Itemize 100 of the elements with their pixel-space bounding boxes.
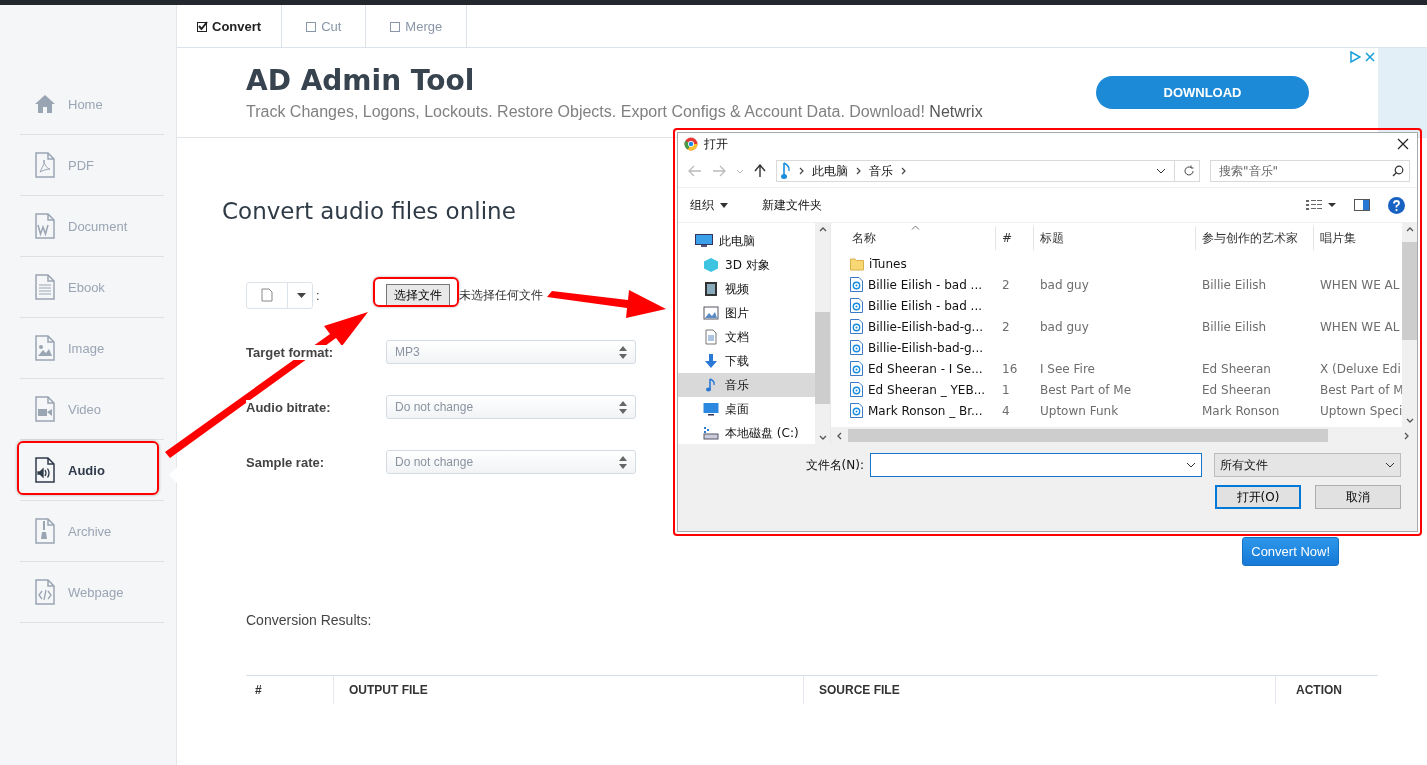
track-album: Uptown Speci (1320, 403, 1402, 418)
file-name[interactable]: Billie Eilish - bad ... (846, 277, 996, 292)
scroll-up-icon[interactable] (1405, 227, 1414, 232)
file-name[interactable]: Ed Sheeran _ YEB... (846, 382, 996, 397)
tree-item[interactable]: 图片 (678, 301, 815, 325)
film-icon (703, 281, 719, 297)
file-name[interactable]: iTunes (846, 256, 996, 271)
track-album: WHEN WE AL (1320, 277, 1400, 292)
file-icon (261, 288, 273, 302)
results-title: Conversion Results: (246, 612, 373, 628)
checkbox-icon (306, 20, 318, 32)
track-number: 16 (1002, 361, 1018, 376)
track-title: I See Fire (1040, 361, 1095, 376)
column-header[interactable]: 标题 (1034, 226, 1196, 250)
track-artist: Billie Eilish (1202, 277, 1267, 292)
desktop-icon (703, 401, 719, 417)
up-arrow-icon[interactable] (754, 164, 766, 178)
track-title: Uptown Funk (1040, 403, 1119, 418)
breadcrumb[interactable]: 音乐 (869, 162, 893, 180)
file-name[interactable]: Billie-Eilish-bad-g... (846, 340, 996, 355)
word-file-icon (34, 213, 56, 239)
choose-file-button[interactable]: 选择文件 (386, 283, 450, 307)
scrollbar[interactable] (1402, 223, 1417, 427)
column-header[interactable]: 名称 (846, 226, 996, 250)
audio-file-icon (850, 277, 863, 292)
track-artist: Mark Ronson (1202, 403, 1280, 418)
sidebar-item[interactable]: Audio (20, 440, 164, 501)
help-icon[interactable] (1388, 196, 1405, 214)
file-name-field[interactable] (870, 453, 1202, 477)
organize-menu[interactable]: 组织 (690, 196, 714, 214)
chevron-right-icon (901, 167, 906, 175)
scroll-down-icon[interactable] (818, 435, 827, 440)
file-name[interactable]: Billie-Eilish-bad-g... (846, 319, 996, 334)
ad-info-icon[interactable] (1350, 51, 1361, 63)
tree-item[interactable]: 下载 (678, 349, 815, 373)
tree-item[interactable]: 音乐 (678, 373, 815, 397)
search-icon (1392, 165, 1404, 177)
ad-sponsor: Netwrix (929, 103, 983, 120)
chevron-down-icon[interactable] (1156, 168, 1166, 174)
search-field[interactable]: 搜索"音乐" (1210, 160, 1410, 182)
breadcrumb[interactable]: 此电脑 (812, 162, 848, 180)
zip-file-icon (34, 518, 56, 544)
new-folder-button[interactable]: 新建文件夹 (762, 196, 822, 214)
column-header[interactable]: 唱片集 (1314, 226, 1402, 250)
column-header[interactable]: 参与创作的艺术家 (1196, 226, 1314, 250)
convert-button[interactable]: Convert Now! (1242, 537, 1339, 566)
file-type-dropdown[interactable]: 所有文件 (1214, 453, 1401, 477)
image-file-icon (34, 335, 56, 361)
scrollbar[interactable] (815, 223, 830, 444)
file-name[interactable]: Ed Sheeran - I Se... (846, 361, 996, 376)
tree-item[interactable]: 此电脑 (678, 229, 815, 253)
column-header: # (246, 676, 334, 704)
document-icon (703, 329, 719, 345)
folder-icon (850, 256, 864, 271)
column-header: OUTPUT FILE (334, 676, 804, 704)
open-button[interactable]: 打开(O) (1215, 485, 1301, 509)
audio-file-icon (850, 298, 863, 313)
tree-item[interactable]: 本地磁盘 (C:) (678, 421, 815, 445)
drive-icon (703, 425, 719, 441)
tree-item[interactable]: 文档 (678, 325, 815, 349)
tree-item[interactable]: 视频 (678, 277, 815, 301)
chevron-down-icon[interactable] (1186, 462, 1196, 468)
close-icon[interactable] (1397, 138, 1409, 150)
scroll-left-icon[interactable] (837, 431, 842, 440)
scroll-up-icon[interactable] (818, 227, 827, 232)
track-artist: Ed Sheeran (1202, 382, 1271, 397)
chevron-right-icon (799, 167, 804, 175)
refresh-icon[interactable] (1183, 165, 1195, 177)
column-header[interactable]: # (996, 226, 1034, 250)
scroll-down-icon[interactable] (1405, 418, 1414, 423)
file-status: 未选择任何文件 (459, 286, 543, 304)
track-album: X (Deluxe Edi (1320, 361, 1401, 376)
view-options-icon[interactable] (1306, 199, 1336, 211)
computer-icon (695, 234, 713, 248)
download-button[interactable]: DOWNLOAD (1096, 76, 1309, 109)
video-file-icon (34, 396, 56, 422)
up-down-arrows-icon (619, 400, 627, 414)
file-name[interactable]: Billie Eilish - bad ... (846, 298, 996, 313)
pdf-file-icon (34, 152, 56, 178)
cancel-button[interactable]: 取消 (1315, 485, 1401, 509)
audio-file-icon (34, 457, 56, 483)
ad-title: AD Admin Tool (246, 64, 476, 97)
tree-item[interactable]: 3D 对象 (678, 253, 815, 277)
tab[interactable]: Convert (177, 5, 283, 47)
track-title: bad guy (1040, 277, 1089, 292)
caret-icon[interactable] (720, 202, 728, 208)
scroll-right-icon[interactable] (1404, 431, 1409, 440)
track-album: WHEN WE AL (1320, 319, 1400, 334)
chevron-down-icon (1385, 462, 1395, 468)
scrollbar[interactable] (831, 427, 1417, 444)
audio-file-icon (850, 361, 863, 376)
preview-pane-icon[interactable] (1354, 199, 1370, 211)
tree-item[interactable]: 桌面 (678, 397, 815, 421)
file-name[interactable]: Mark Ronson _ Br... (846, 403, 996, 418)
picture-icon (703, 305, 719, 321)
ad-text: Track Changes, Logons, Lockouts. Restore Objects. Export Configs & Account Data. Download! (246, 103, 925, 120)
browser-logo-icon (684, 137, 698, 151)
track-number: 1 (1002, 382, 1010, 397)
checkbox-icon (390, 20, 402, 32)
cube-icon (703, 257, 719, 273)
